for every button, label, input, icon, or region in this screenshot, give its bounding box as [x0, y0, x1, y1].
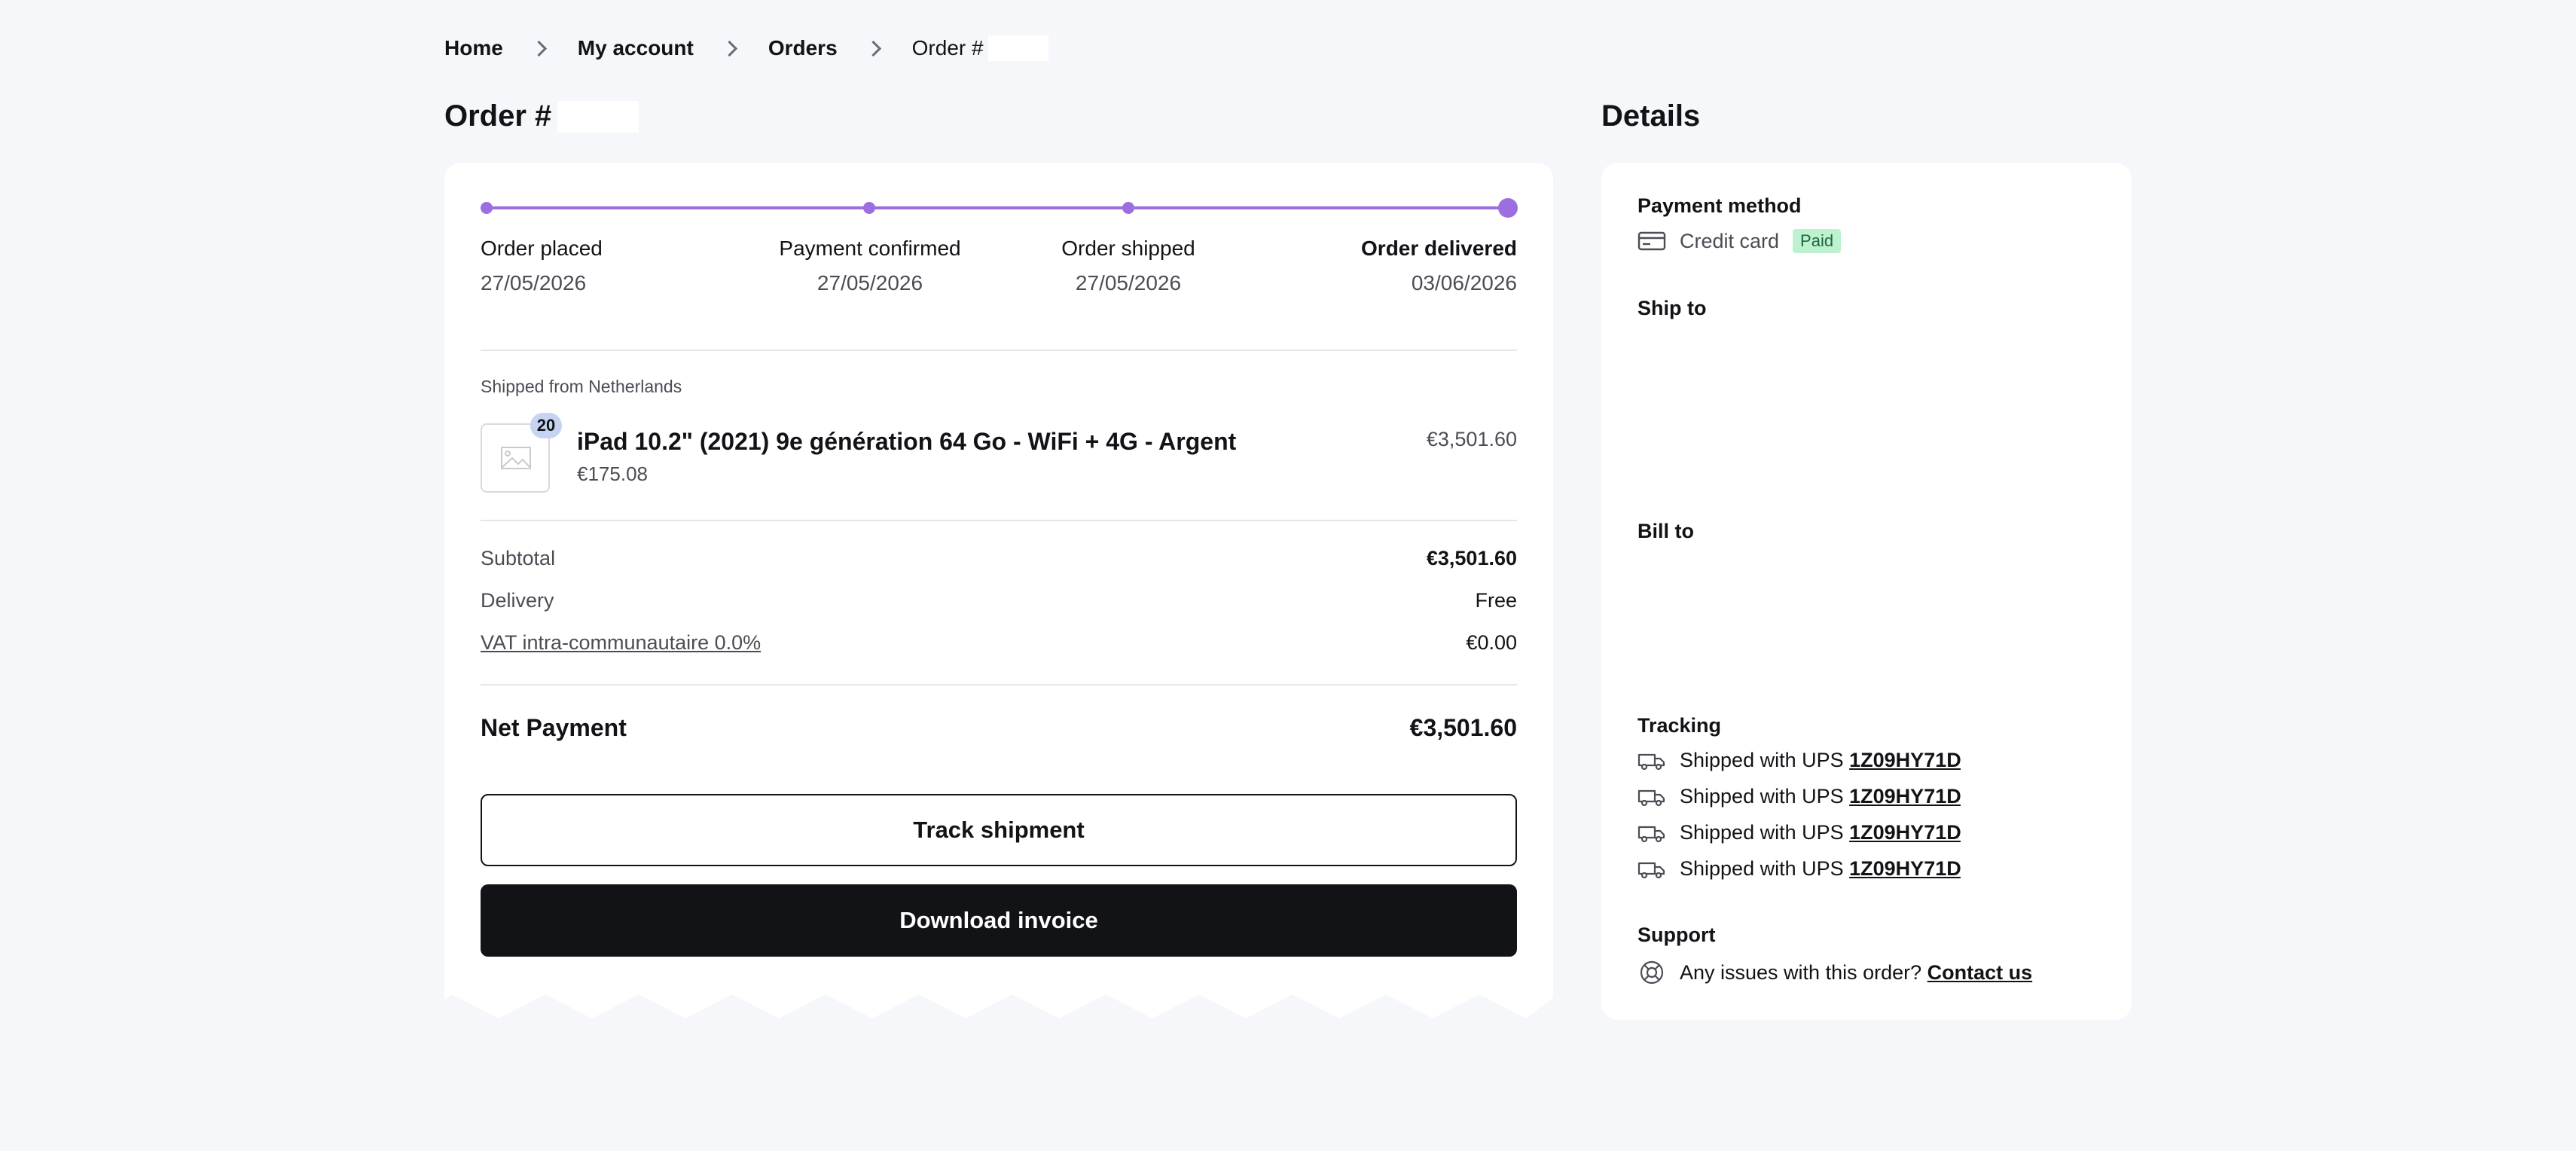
contact-us-link[interactable]: Contact us	[1927, 961, 2033, 985]
step-order-shipped: Order shipped 27/05/2026	[1045, 237, 1211, 295]
truck-icon	[1637, 826, 1665, 842]
details-card: Payment method Credit card Paid Ship to …	[1601, 163, 2132, 1020]
tracking-number-link[interactable]: 1Z09HY71D'	[1849, 821, 1961, 844]
lifebuoy-icon	[1640, 960, 1664, 985]
support-text: Any issues with this order?	[1680, 960, 1922, 984]
delivery-label: Delivery	[481, 589, 554, 612]
subtotal-value: €3,501.60	[1426, 547, 1517, 569]
truck-icon	[1637, 753, 1665, 770]
redacted-order-number	[987, 35, 1048, 61]
progress-dot-current	[1498, 198, 1518, 218]
step-payment-confirmed: Payment confirmed 27/05/2026	[776, 237, 964, 295]
step-date: 27/05/2026	[1075, 271, 1182, 295]
vat-row: VAT intra-communautaire 0.0% €0.00	[481, 631, 1517, 655]
truck-icon	[1637, 862, 1665, 878]
step-date: 03/06/2026	[1411, 271, 1517, 295]
bill-to-heading: Bill to	[1637, 520, 1694, 542]
tracking-text: Shipped with UPS	[1680, 749, 1844, 771]
vat-value: €0.00	[1466, 631, 1517, 654]
ship-to-heading: Ship to	[1637, 297, 1707, 319]
chevron-right-icon	[721, 40, 737, 56]
divider	[481, 350, 1517, 351]
progress-dot	[1122, 202, 1134, 214]
credit-card-icon	[1637, 231, 1666, 251]
tracking-number-link[interactable]: 1Z09HY71D'	[1849, 749, 1961, 772]
tracking-item: Shipped with UPS 1Z09HY71D'	[1637, 821, 1961, 844]
divider	[481, 684, 1517, 685]
chevron-right-icon	[530, 40, 547, 56]
shipped-from-label: Shipped from Netherlands	[481, 377, 682, 396]
tracking-item: Shipped with UPS 1Z09HY71D	[1637, 857, 1961, 881]
order-title-text: Order #	[444, 99, 552, 133]
progress-line	[487, 206, 1508, 209]
breadcrumb-home[interactable]: Home	[444, 36, 503, 60]
step-label: Payment confirmed	[779, 237, 961, 260]
tracking-number-link[interactable]: 1Z09HY71D'	[1849, 785, 1961, 808]
paid-badge: Paid	[1793, 229, 1842, 253]
divider	[481, 520, 1517, 521]
net-payment-label: Net Payment	[481, 714, 627, 741]
redacted-order-number	[557, 100, 639, 133]
delivery-row: Delivery Free	[481, 589, 1517, 612]
subtotal-label: Subtotal	[481, 547, 556, 569]
order-card: Order placed 27/05/2026 Payment confirme…	[444, 163, 1553, 961]
product-total: €3,501.60	[1426, 428, 1517, 450]
support-heading: Support	[1637, 924, 1716, 946]
progress-dot	[481, 202, 493, 214]
quantity-badge: 20	[530, 413, 562, 438]
page-title: Order #	[444, 99, 639, 133]
tracking-item: Shipped with UPS 1Z09HY71D'	[1637, 749, 1961, 772]
tracking-heading: Tracking	[1637, 714, 1722, 737]
net-payment-row: Net Payment €3,501.60	[481, 714, 1517, 742]
subtotal-row: Subtotal €3,501.60	[481, 547, 1517, 570]
download-invoice-button[interactable]: Download invoice	[481, 884, 1517, 957]
delivery-value: Free	[1475, 589, 1517, 612]
payment-method-value: Credit card	[1680, 229, 1780, 252]
tracking-number-link[interactable]: 1Z09HY71D	[1849, 857, 1961, 881]
product-name[interactable]: iPad 10.2" (2021) 9e génération 64 Go - …	[577, 428, 1236, 456]
truck-icon	[1637, 789, 1665, 806]
receipt-zigzag-edge	[444, 961, 1553, 1018]
step-label: Order placed	[481, 237, 603, 260]
tracking-text: Shipped with UPS	[1680, 821, 1844, 844]
step-order-placed: Order placed 27/05/2026	[481, 237, 603, 295]
vat-link[interactable]: VAT intra-communautaire 0.0%	[481, 631, 761, 655]
net-payment-value: €3,501.60	[1409, 714, 1517, 741]
chevron-right-icon	[865, 40, 881, 56]
step-label: Order shipped	[1061, 237, 1195, 260]
step-label: Order delivered	[1361, 237, 1517, 260]
breadcrumb: Home My account Orders Order #	[444, 33, 1048, 63]
step-date: 27/05/2026	[816, 271, 923, 295]
track-shipment-button[interactable]: Track shipment	[481, 794, 1517, 866]
details-title: Details	[1601, 99, 1701, 133]
support-row: Any issues with this order? Contact us	[1637, 960, 2032, 985]
tracking-text: Shipped with UPS	[1680, 857, 1844, 880]
product-unit-price: €175.08	[577, 463, 648, 485]
payment-method-row: Credit card Paid	[1637, 229, 1842, 253]
breadcrumb-orders[interactable]: Orders	[768, 36, 838, 60]
progress-dot	[863, 202, 875, 214]
step-date: 27/05/2026	[481, 271, 587, 295]
tracking-item: Shipped with UPS 1Z09HY71D'	[1637, 785, 1961, 808]
step-order-delivered: Order delivered 03/06/2026	[1361, 237, 1517, 295]
tracking-text: Shipped with UPS	[1680, 785, 1844, 808]
payment-method-heading: Payment method	[1637, 194, 1802, 217]
breadcrumb-my-account[interactable]: My account	[578, 36, 694, 60]
breadcrumb-current: Order #	[911, 36, 984, 60]
